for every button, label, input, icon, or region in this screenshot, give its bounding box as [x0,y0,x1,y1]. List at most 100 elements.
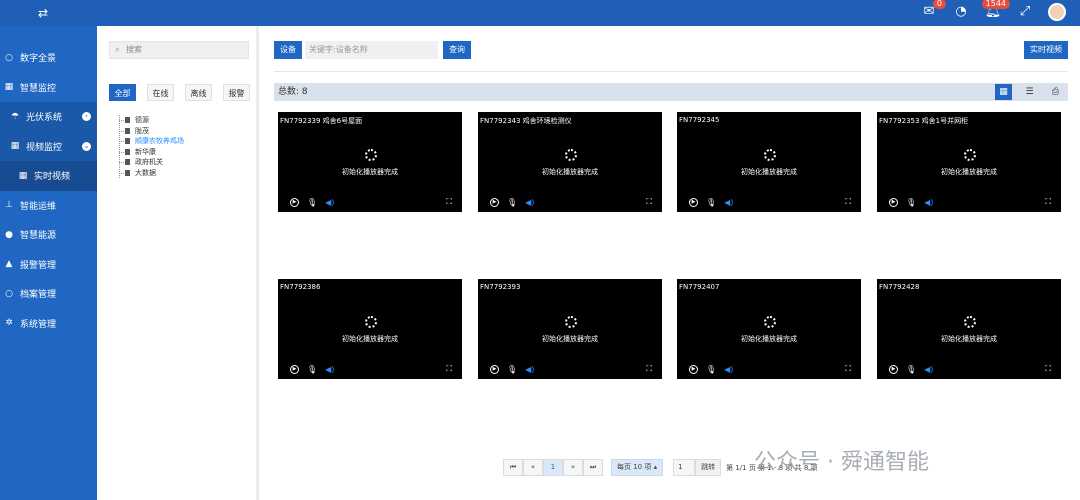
tree-node[interactable]: 德源 [119,115,184,126]
fullscreen-icon[interactable]: ⛶ [646,197,652,207]
sidebar-toggle-icon[interactable]: ⇄ [38,6,48,20]
sidebar-item-alarm[interactable]: ▲ 报警管理 [0,250,97,280]
tree-node[interactable]: 陇茂 [119,126,184,137]
filter-alarm-button[interactable]: 报警 [223,84,250,101]
video-tile[interactable]: FN7792393 初始化播放器完成 ▶ 🎙︎ ◀) ⛶ [478,279,662,379]
mic-icon[interactable]: 🎙︎ [706,198,716,207]
total-count: 总数: 8 [278,87,308,97]
expand-icon[interactable]: ⤢ [1016,3,1034,21]
play-icon[interactable]: ▶ [689,198,698,207]
sidebar-item-system[interactable]: ✲ 系统管理 [0,309,97,339]
list-view-icon[interactable]: ☰ [1021,84,1038,100]
mic-icon[interactable]: 🎙︎ [307,365,317,374]
view-switcher: ▦ ☰ ⎙ [995,84,1064,100]
volume-icon[interactable]: ◀) [325,198,334,207]
play-icon[interactable]: ▶ [689,365,698,374]
first-page-button[interactable]: ⏮ [503,459,523,476]
main-content: 设备 关键字:设备名称 查询 实时视频 总数: 8 ▦ ☰ ⎙ FN779233… [262,26,1080,500]
fullscreen-icon[interactable]: ⛶ [845,197,851,207]
current-page-button[interactable]: 1 [543,459,563,476]
play-icon[interactable]: ▶ [290,198,299,207]
fullscreen-icon[interactable]: ⛶ [446,364,452,374]
grid-view-icon[interactable]: ▦ [995,84,1012,100]
fullscreen-icon[interactable]: ⛶ [446,197,452,207]
filter-all-button[interactable]: 全部 [109,84,136,101]
sidebar-item-energy[interactable]: ● 智慧能源 [0,220,97,250]
file-icon [125,148,130,155]
play-icon[interactable]: ▶ [490,365,499,374]
video-tile[interactable]: FN7792353 鸡舍1号并网柜 初始化播放器完成 ▶ 🎙︎ ◀) ⛶ [877,112,1061,212]
video-tile[interactable]: FN7792345 初始化播放器完成 ▶ 🎙︎ ◀) ⛶ [677,112,861,212]
bell-icon[interactable]: 🔔︎ 1544 [981,0,1010,21]
tree-search-input[interactable]: ⌕ 搜索 [109,41,249,59]
prev-page-button[interactable]: « [523,459,543,476]
tree-node-selected[interactable]: 顺康农牧养鸡场 [119,136,184,147]
fullscreen-icon[interactable]: ⛶ [1045,197,1051,207]
dot-icon: ● [5,229,13,240]
divider [274,71,1068,72]
play-icon[interactable]: ▶ [290,365,299,374]
tree-node-label: 陇茂 [135,126,149,135]
volume-icon[interactable]: ◀) [525,198,534,207]
mic-icon[interactable]: 🎙︎ [706,365,716,374]
volume-icon[interactable]: ◀) [525,365,534,374]
mic-icon[interactable]: 🎙︎ [507,365,517,374]
sidebar-item-label: 数字全景 [20,54,57,65]
volume-icon[interactable]: ◀) [724,365,733,374]
search-toolbar: 设备 关键字:设备名称 查询 [274,41,471,59]
keyword-input[interactable]: 关键字:设备名称 [305,41,438,59]
sidebar-item-live-video[interactable]: ▦ 实时视频 [0,161,97,191]
jump-page-input[interactable]: 1 [673,459,696,476]
search-placeholder: 搜索 [126,45,142,54]
next-page-button[interactable]: » [563,459,583,476]
video-tile[interactable]: FN7792407 初始化播放器完成 ▶ 🎙︎ ◀) ⛶ [677,279,861,379]
circle-icon: ○ [5,288,13,299]
tree-node-label: 大数据 [135,168,156,177]
mic-icon[interactable]: 🎙︎ [906,365,916,374]
device-type-button[interactable]: 设备 [274,41,302,59]
volume-icon[interactable]: ◀) [924,198,933,207]
dashboard-icon[interactable]: ◔ [952,3,970,21]
solar-icon: ☂ [10,111,20,122]
volume-icon[interactable]: ◀) [724,198,733,207]
volume-icon[interactable]: ◀) [924,365,933,374]
print-icon[interactable]: ⎙ [1047,84,1064,100]
mic-icon[interactable]: 🎙︎ [507,198,517,207]
video-tile[interactable]: FN7792339 鸡舍6号屋面 初始化播放器完成 ▶ 🎙︎ ◀) ⛶ [278,112,462,212]
avatar[interactable] [1048,3,1066,21]
fullscreen-icon[interactable]: ⛶ [1045,364,1051,374]
tree-node[interactable]: 大数据 [119,168,184,179]
sidebar-item-ops[interactable]: ⊥ 智能运维 [0,191,97,221]
sidebar-item-archive[interactable]: ○ 档案管理 [0,279,97,309]
sidebar-item-overview[interactable]: ○ 数字全景 [0,43,97,73]
tree-node[interactable]: 政府机关 [119,157,184,168]
tree-node[interactable]: 新华康 [119,147,184,158]
jump-button[interactable]: 跳转 [695,459,722,476]
video-tile[interactable]: FN7792428 初始化播放器完成 ▶ 🎙︎ ◀) ⛶ [877,279,1061,379]
fullscreen-icon[interactable]: ⛶ [845,364,851,374]
play-icon[interactable]: ▶ [889,365,898,374]
tree-node-label: 顺康农牧养鸡场 [135,137,184,146]
volume-icon[interactable]: ◀) [325,365,334,374]
mic-icon[interactable]: 🎙︎ [906,198,916,207]
video-tile[interactable]: FN7792386 初始化播放器完成 ▶ 🎙︎ ◀) ⛶ [278,279,462,379]
mail-icon[interactable]: ✉ 0 [920,0,946,21]
sidebar-item-solar[interactable]: ☂ 光伏系统 › [0,102,97,132]
filter-online-button[interactable]: 在线 [147,84,174,101]
live-video-button[interactable]: 实时视频 [1024,41,1068,59]
play-icon[interactable]: ▶ [889,198,898,207]
filter-offline-button[interactable]: 离线 [185,84,212,101]
status-filters: 全部 在线 离线 报警 [109,84,250,101]
top-icons: ✉ 0 ◔ 🔔︎ 1544 ⤢ [920,0,1066,21]
page-size-select[interactable]: 每页 10 项 ▴ [611,459,664,476]
video-tile[interactable]: FN7792343 鸡舍环境检测仪 初始化播放器完成 ▶ 🎙︎ ◀) ⛶ [478,112,662,212]
last-page-button[interactable]: ⏭ [583,459,603,476]
fullscreen-icon[interactable]: ⛶ [646,364,652,374]
query-button[interactable]: 查询 [443,41,471,59]
mic-icon[interactable]: 🎙︎ [307,198,317,207]
sidebar-item-monitor[interactable]: ▦ 智慧监控 [0,73,97,103]
file-icon [125,127,130,134]
tile-title: FN7792393 [480,283,521,291]
sidebar-item-video[interactable]: ▦ 视频监控 ⌄ [0,131,97,161]
play-icon[interactable]: ▶ [490,198,499,207]
